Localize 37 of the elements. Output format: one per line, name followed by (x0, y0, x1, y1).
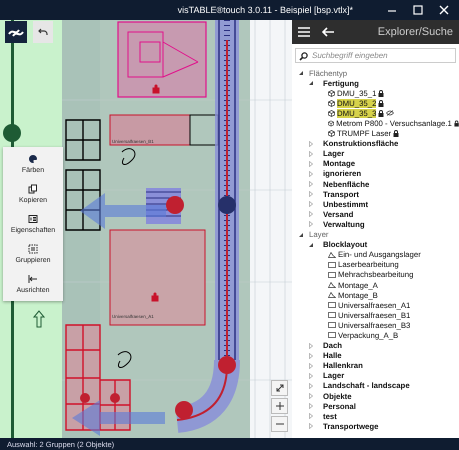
close-icon[interactable] (439, 5, 449, 15)
conveyor-segment[interactable] (146, 188, 184, 224)
shelf-drawing[interactable] (65, 119, 101, 231)
area-block[interactable] (110, 230, 206, 326)
undo-button[interactable] (33, 21, 53, 43)
cube-icon (328, 130, 335, 138)
expander-icon[interactable] (298, 232, 304, 238)
properties-icon (28, 214, 38, 224)
conveyor-curve[interactable] (175, 356, 240, 433)
align-left-icon (28, 274, 38, 284)
fit-view-button[interactable] (271, 380, 288, 396)
cube-icon (328, 120, 334, 128)
copy-icon (28, 184, 38, 194)
search-field[interactable]: Suchbegriff eingeben (295, 48, 456, 63)
window-title: visTABLE®touch 3.0.11 - Beispiel [bsp.vtlx]* (178, 5, 353, 15)
cube-icon (328, 100, 335, 107)
group-icon (28, 244, 38, 254)
expander-icon[interactable] (308, 80, 314, 86)
cube-icon (328, 90, 335, 97)
expander-icon[interactable] (308, 242, 314, 248)
cube-icon (328, 110, 335, 117)
app-menu-button[interactable] (5, 21, 27, 43)
undo-icon (38, 28, 48, 36)
expand-icon (276, 384, 284, 392)
zoom-in-button[interactable] (271, 398, 288, 414)
maximize-icon[interactable] (413, 5, 423, 15)
expander-icon[interactable] (298, 70, 304, 76)
up-arrow-icon[interactable] (33, 310, 45, 328)
palette-icon (28, 154, 38, 164)
plus-icon (276, 402, 284, 410)
machine-drawing[interactable] (117, 21, 207, 98)
menu-icon[interactable] (298, 27, 310, 37)
panel-title: Explorer/Suche (378, 26, 453, 38)
conveyor-drawing[interactable] (215, 20, 239, 361)
polygon-icon (328, 252, 336, 258)
zoom-out-button[interactable] (271, 416, 288, 432)
back-arrow-icon[interactable] (322, 27, 334, 37)
